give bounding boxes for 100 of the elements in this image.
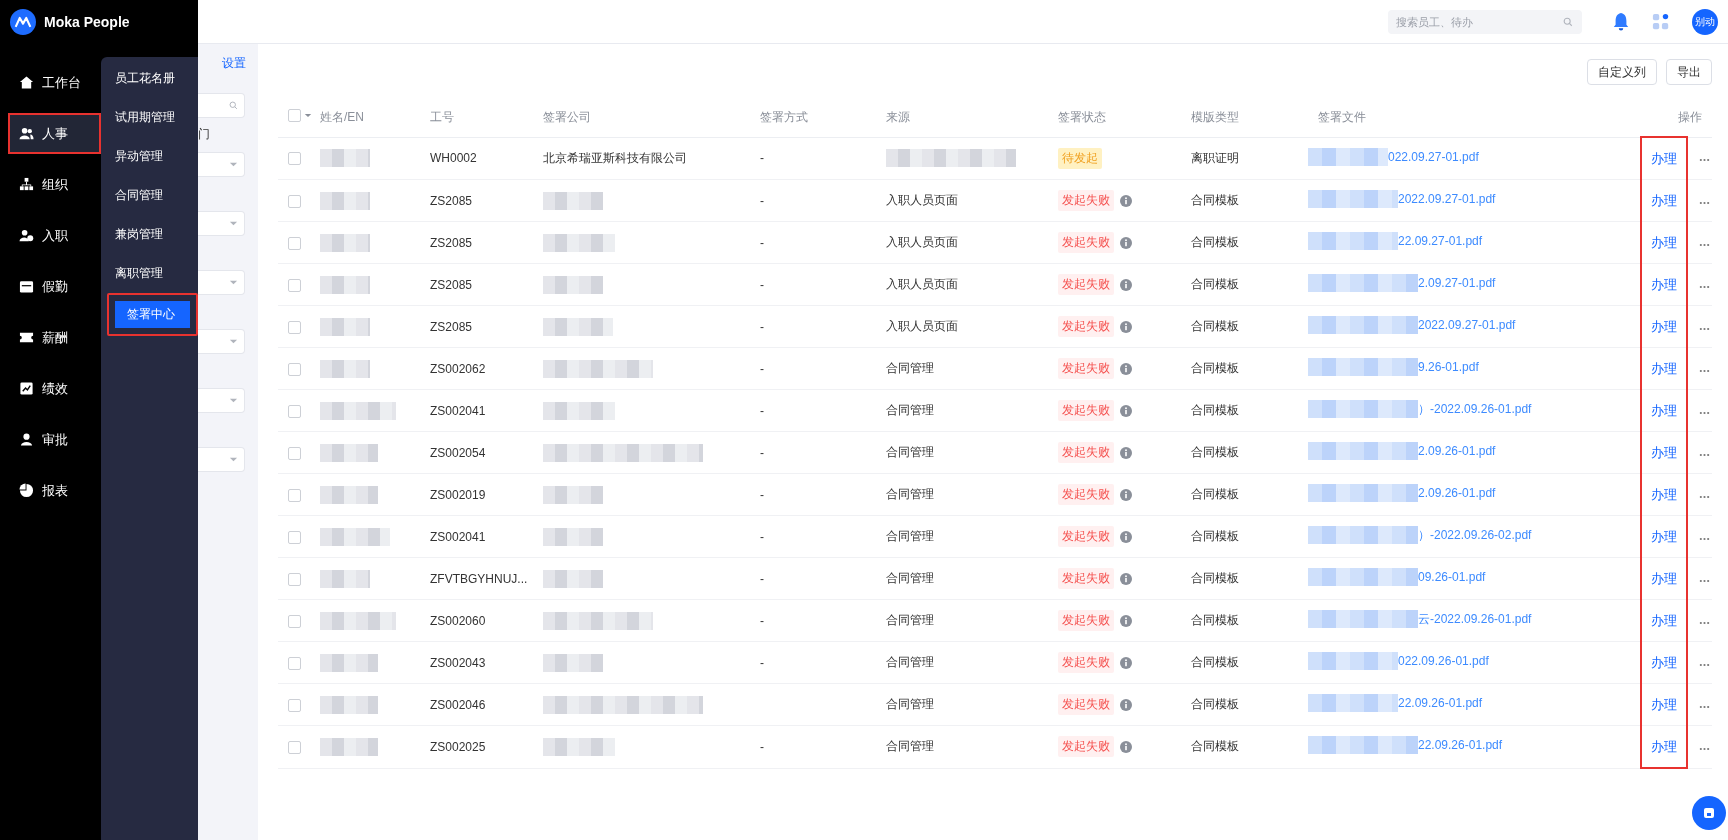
info-icon[interactable]	[1120, 740, 1132, 753]
select-all-checkbox[interactable]	[288, 109, 301, 123]
table-cell: -	[760, 235, 764, 250]
file-link[interactable]: 22.09.27-01.pdf	[1398, 234, 1483, 248]
redacted-text	[543, 737, 615, 756]
apps-icon[interactable]	[1652, 12, 1670, 31]
file-link[interactable]: 022.09.26-01.pdf	[1398, 654, 1489, 668]
filter-search-field[interactable]	[198, 93, 245, 118]
submenu-item[interactable]: 兼岗管理	[103, 221, 191, 248]
info-icon[interactable]	[1120, 278, 1132, 291]
more-icon[interactable]	[1699, 200, 1710, 205]
info-icon[interactable]	[1120, 320, 1132, 333]
table-cell: 合同管理	[886, 739, 934, 754]
search-field[interactable]: 搜索员工、待办	[1388, 9, 1582, 34]
table-cell: ZS2085	[430, 319, 473, 334]
file-link[interactable]: 2.09.27-01.pdf	[1418, 276, 1496, 290]
row-checkbox[interactable]	[288, 740, 301, 754]
row-checkbox[interactable]	[288, 572, 301, 586]
file-link[interactable]: 22.09.26-01.pdf	[1398, 696, 1483, 710]
settings-link[interactable]: 设置	[222, 55, 246, 75]
status-badge: 发起失败	[1058, 568, 1114, 589]
info-icon[interactable]	[1120, 488, 1132, 501]
more-icon[interactable]	[1699, 368, 1710, 373]
nav-item[interactable]: 审批	[10, 421, 99, 458]
nav-item[interactable]: 报表	[10, 472, 99, 509]
bell-icon[interactable]	[1612, 11, 1630, 32]
more-icon[interactable]	[1699, 704, 1710, 709]
more-icon[interactable]	[1699, 578, 1710, 583]
nav-item[interactable]: 假勤	[10, 268, 99, 305]
more-icon[interactable]	[1699, 452, 1710, 457]
more-icon[interactable]	[1699, 662, 1710, 667]
toolbar-button[interactable]: 导出	[1666, 59, 1712, 85]
status-badge: 发起失败	[1058, 652, 1114, 673]
submenu-item[interactable]: 试用期管理	[103, 104, 191, 131]
info-icon[interactable]	[1120, 194, 1132, 207]
submenu-item[interactable]: 异动管理	[103, 143, 191, 170]
info-icon[interactable]	[1120, 530, 1132, 543]
user-avatar[interactable]: 别动	[1692, 8, 1718, 35]
row-checkbox[interactable]	[288, 362, 301, 376]
toolbar-button[interactable]: 自定义列	[1587, 59, 1657, 85]
caret-icon	[229, 396, 238, 405]
row-checkbox[interactable]	[288, 530, 301, 544]
nav-icon	[19, 75, 34, 90]
more-icon[interactable]	[1699, 746, 1710, 751]
row-checkbox[interactable]	[288, 404, 301, 418]
nav-item[interactable]: 薪酬	[10, 319, 99, 356]
nav-item[interactable]: 入职	[10, 217, 99, 254]
file-link[interactable]: 022.09.27-01.pdf	[1388, 149, 1479, 164]
redacted-text	[543, 527, 603, 546]
nav-item[interactable]: 组织	[10, 166, 99, 203]
redacted-text	[320, 275, 370, 294]
file-link[interactable]: 2.09.26-01.pdf	[1418, 486, 1496, 500]
more-icon[interactable]	[1699, 494, 1710, 499]
info-icon[interactable]	[1120, 362, 1132, 375]
file-link[interactable]: ）-2022.09.26-02.pdf	[1418, 526, 1532, 544]
more-icon[interactable]	[1699, 158, 1710, 163]
caret-icon[interactable]	[304, 113, 312, 119]
file-link[interactable]: 云-2022.09.26-01.pdf	[1418, 610, 1532, 628]
row-checkbox[interactable]	[288, 488, 301, 502]
row-checkbox[interactable]	[288, 194, 301, 208]
row-checkbox[interactable]	[288, 698, 301, 712]
caret-icon	[229, 278, 238, 287]
row-checkbox[interactable]	[288, 446, 301, 460]
info-icon[interactable]	[1120, 614, 1132, 627]
file-link[interactable]: 09.26-01.pdf	[1418, 570, 1486, 584]
submenu-item[interactable]: 员工花名册	[103, 65, 191, 92]
table-cell: -	[760, 151, 764, 166]
info-icon[interactable]	[1120, 446, 1132, 459]
more-icon[interactable]	[1699, 284, 1710, 289]
submenu-item[interactable]: 离职管理	[103, 260, 191, 287]
info-icon[interactable]	[1120, 656, 1132, 669]
more-icon[interactable]	[1699, 536, 1710, 541]
nav-item[interactable]: 绩效	[10, 370, 99, 407]
file-link[interactable]: 2022.09.27-01.pdf	[1398, 192, 1496, 206]
file-link[interactable]: ）-2022.09.26-01.pdf	[1418, 400, 1532, 418]
row-checkbox[interactable]	[288, 152, 301, 166]
submenu-item[interactable]: 合同管理	[103, 182, 191, 209]
nav-item[interactable]: 人事	[10, 115, 99, 152]
column-header: 操作	[1678, 109, 1702, 124]
file-link[interactable]: 2022.09.27-01.pdf	[1418, 318, 1516, 332]
info-icon[interactable]	[1120, 404, 1132, 417]
row-checkbox[interactable]	[288, 278, 301, 292]
nav-item[interactable]: 工作台	[10, 64, 99, 101]
file-link[interactable]: 9.26-01.pdf	[1418, 360, 1479, 374]
info-icon[interactable]	[1120, 698, 1132, 711]
more-icon[interactable]	[1699, 410, 1710, 415]
file-link[interactable]: 22.09.26-01.pdf	[1418, 738, 1503, 753]
row-checkbox[interactable]	[288, 656, 301, 670]
row-checkbox[interactable]	[288, 614, 301, 628]
more-icon[interactable]	[1699, 242, 1710, 247]
table-cell: 合同管理	[886, 487, 934, 501]
info-icon[interactable]	[1120, 572, 1132, 585]
more-icon[interactable]	[1699, 326, 1710, 331]
row-checkbox[interactable]	[288, 236, 301, 250]
file-link[interactable]: 2.09.26-01.pdf	[1418, 444, 1496, 458]
submenu-item[interactable]: 签署中心	[107, 293, 198, 336]
more-icon[interactable]	[1699, 620, 1710, 625]
column-header: 工号	[430, 109, 454, 124]
row-checkbox[interactable]	[288, 320, 301, 334]
info-icon[interactable]	[1120, 236, 1132, 249]
